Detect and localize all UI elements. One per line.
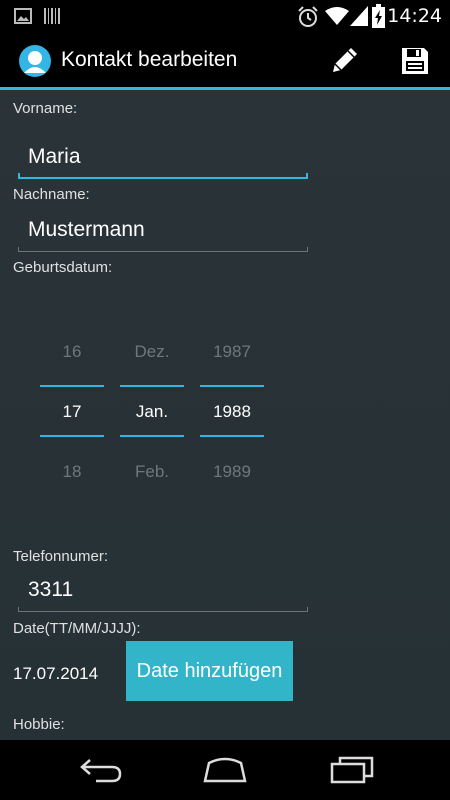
signal-icon <box>350 6 368 30</box>
battery-charging-icon <box>372 4 385 32</box>
save-icon <box>402 48 428 74</box>
first-name-underline <box>18 173 308 179</box>
hobby-label: Hobbie: <box>13 716 65 733</box>
page-title: Kontakt bearbeiten <box>61 48 238 71</box>
day-prev[interactable]: 16 <box>40 342 104 362</box>
day-divider-top <box>40 385 104 387</box>
status-clock: 14:24 <box>387 5 442 27</box>
date-label: Date(TT/MM/JJJJ): <box>13 620 141 637</box>
navigation-bar <box>0 740 450 800</box>
year-divider-top <box>200 385 264 387</box>
add-date-button[interactable]: Date hinzufügen <box>126 641 293 701</box>
year-prev[interactable]: 1987 <box>200 342 264 362</box>
edit-button[interactable] <box>322 41 366 81</box>
home-button[interactable] <box>195 750 255 790</box>
first-name-field[interactable]: Maria <box>18 137 308 179</box>
year-current[interactable]: 1988 <box>200 402 264 422</box>
day-next[interactable]: 18 <box>40 462 104 482</box>
last-name-underline <box>18 247 308 252</box>
month-divider-bottom <box>120 435 184 437</box>
phone-label: Telefonnumer: <box>13 548 109 565</box>
day-divider-bottom <box>40 435 104 437</box>
home-icon <box>203 757 247 783</box>
phone-value: 3311 <box>28 578 74 601</box>
contact-avatar-icon <box>19 45 51 77</box>
pencil-icon <box>333 48 357 72</box>
image-notification-icon <box>14 8 32 28</box>
phone-field[interactable]: 3311 <box>18 570 308 612</box>
recents-button[interactable] <box>322 750 382 790</box>
birthdate-label: Geburtsdatum: <box>13 259 113 276</box>
barcode-notification-icon <box>43 7 61 29</box>
year-divider-bottom <box>200 435 264 437</box>
alarm-icon <box>297 6 319 32</box>
back-button[interactable] <box>70 750 130 790</box>
first-name-label: Vorname: <box>13 100 78 117</box>
back-icon <box>80 759 122 783</box>
month-next[interactable]: Feb. <box>120 462 184 482</box>
month-prev[interactable]: Dez. <box>120 342 184 362</box>
year-next[interactable]: 1989 <box>200 462 264 482</box>
last-name-value: Mustermann <box>28 218 145 241</box>
phone-underline <box>18 607 308 612</box>
day-current[interactable]: 17 <box>40 402 104 422</box>
edit-contact-form: Vorname: Maria Nachname: Mustermann Gebu… <box>0 90 450 740</box>
last-name-field[interactable]: Mustermann <box>18 210 308 252</box>
last-name-label: Nachname: <box>13 186 90 203</box>
wifi-icon <box>325 6 349 30</box>
date-value: 17.07.2014 <box>13 664 99 683</box>
month-current[interactable]: Jan. <box>120 402 184 422</box>
month-divider-top <box>120 385 184 387</box>
save-button[interactable] <box>393 41 437 81</box>
status-bar: 14:24 <box>0 0 450 33</box>
action-bar: Kontakt bearbeiten <box>0 33 450 90</box>
first-name-value: Maria <box>28 145 81 168</box>
recents-icon <box>330 756 374 784</box>
